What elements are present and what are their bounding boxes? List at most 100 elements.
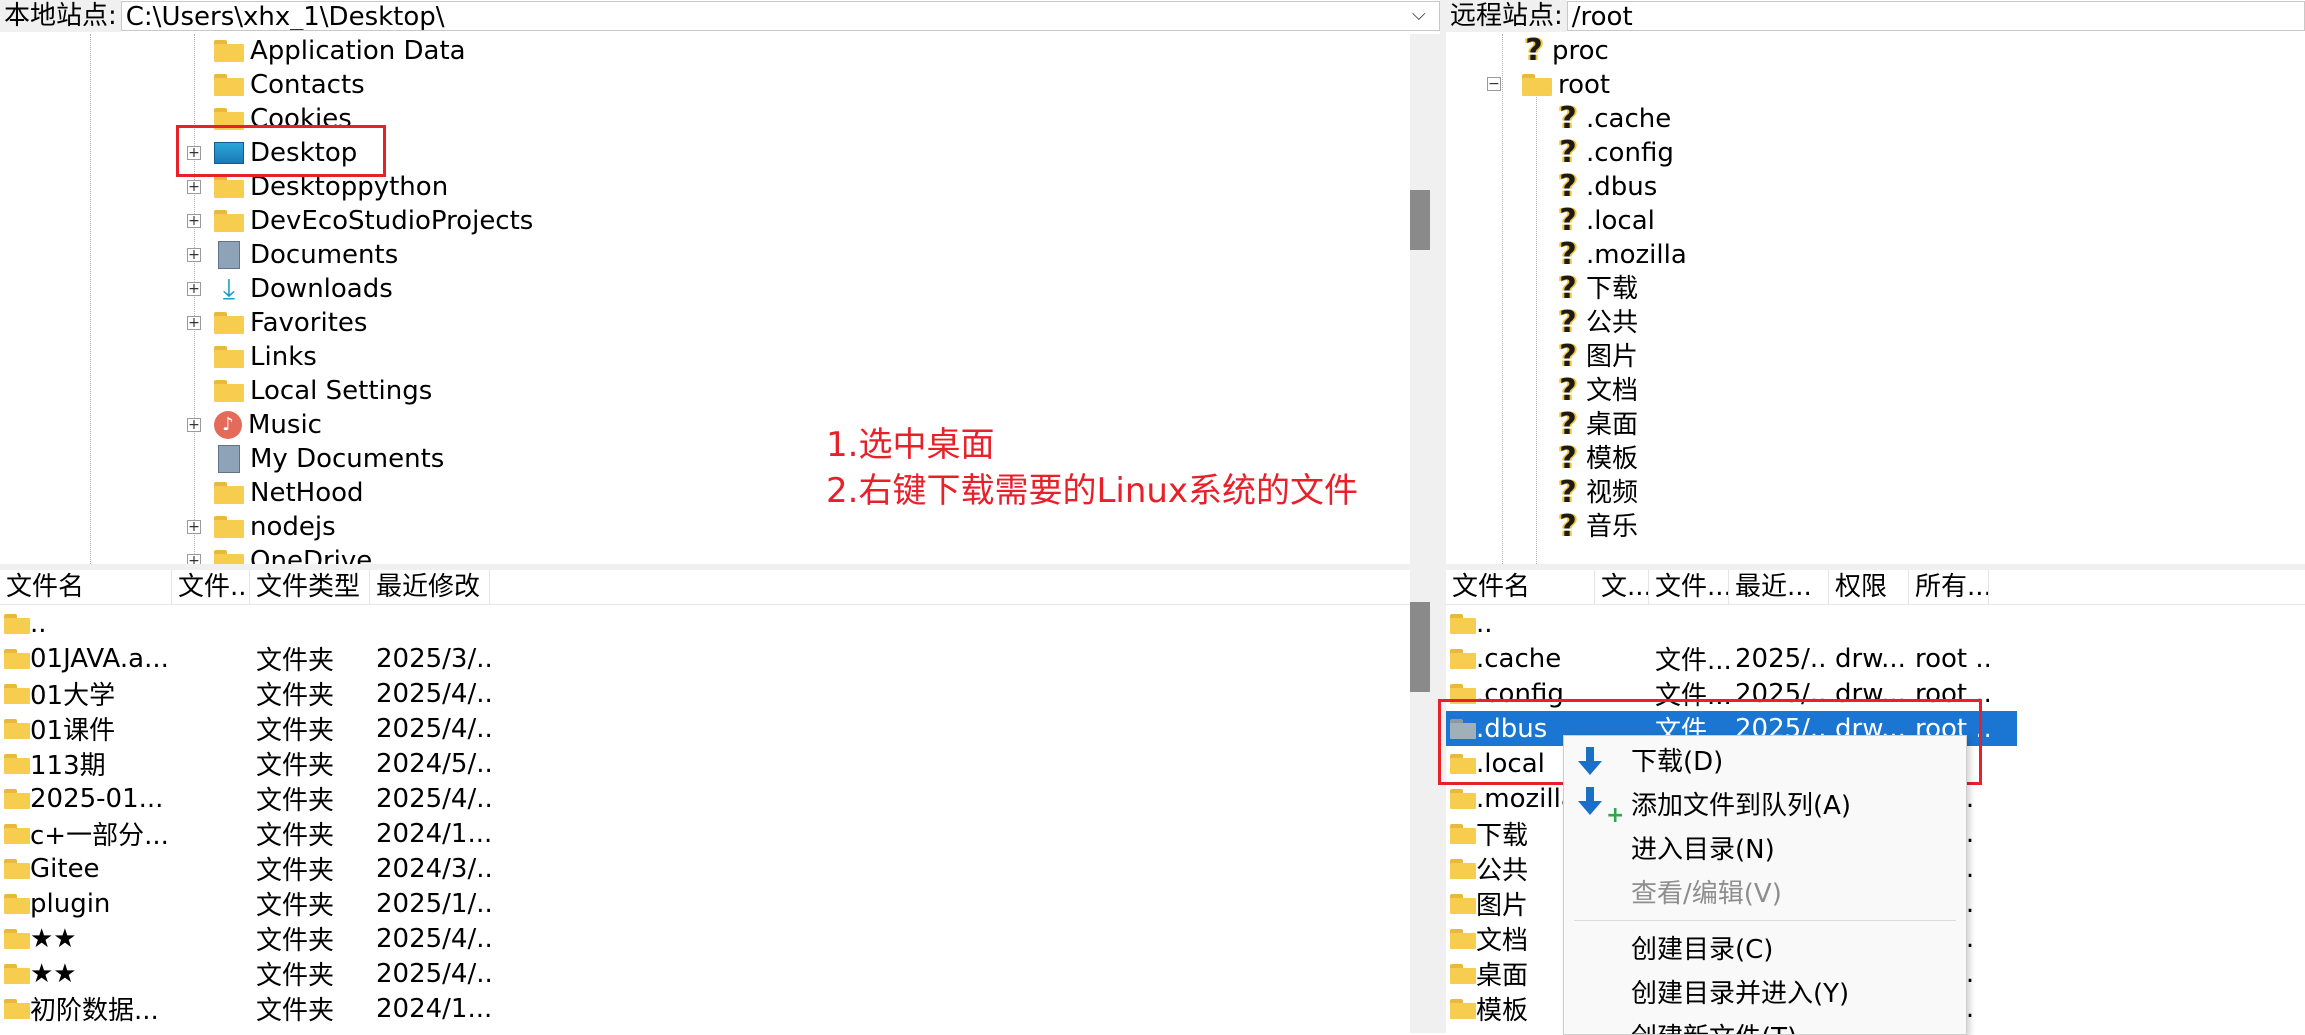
file-name: 文档 — [1476, 926, 1529, 956]
expand-toggle-icon[interactable]: + — [187, 180, 201, 194]
folder-icon — [4, 928, 30, 949]
annotation-line-2: 2.右键下载需要的Linux系统的文件 — [826, 471, 1359, 511]
remote-tree-item[interactable]: ? proc — [1522, 34, 1609, 68]
local-tree-item[interactable]: DevEcoStudioProjects — [214, 204, 533, 238]
context-menu-item[interactable]: 创建目录(C) — [1564, 928, 1966, 972]
table-row[interactable]: Gitee 文件夹 2024/3/... — [0, 851, 1410, 886]
expand-toggle-icon[interactable]: + — [187, 418, 201, 432]
local-file-list-scrollbar[interactable] — [1410, 570, 1440, 1033]
folder-icon — [1450, 928, 1476, 949]
table-row[interactable]: .cache 文件...2025/...drw... root ... — [1446, 641, 2305, 676]
folder-icon — [4, 998, 30, 1019]
scroll-thumb[interactable] — [1410, 190, 1430, 250]
local-tree-item[interactable]: ♪ Music — [214, 408, 322, 442]
remote-site-path-input[interactable]: /root — [1566, 1, 2305, 31]
remote-tree-item[interactable]: ? .config — [1556, 136, 1674, 170]
tree-item-label: 文档 — [1586, 376, 1639, 406]
remote-tree-item[interactable]: ? .dbus — [1556, 170, 1657, 204]
local-tree-item[interactable]: nodejs — [214, 510, 336, 544]
remote-tree-item[interactable]: ? 视频 — [1556, 476, 1638, 510]
table-row[interactable]: 初阶数据... 文件夹 2024/1... — [0, 991, 1410, 1026]
expand-toggle-icon[interactable]: + — [187, 520, 201, 534]
tree-guide-line — [1502, 34, 1503, 564]
table-row[interactable]: 01JAVA.a... 文件夹 2025/3/... — [0, 641, 1410, 676]
remote-tree-item[interactable]: ? 模板 — [1556, 442, 1638, 476]
remote-tree-item[interactable]: ? 图片 — [1556, 340, 1638, 374]
local-tree-item[interactable]: Favorites — [214, 306, 367, 340]
column-header-type[interactable]: 文件类型 — [250, 570, 370, 604]
scroll-thumb[interactable] — [1410, 602, 1430, 692]
expand-toggle-icon[interactable]: + — [187, 316, 201, 330]
table-row[interactable]: 2025-01... 文件夹 2025/4/... — [0, 781, 1410, 816]
folder-icon — [214, 312, 244, 334]
file-name: 桌面 — [1476, 961, 1529, 991]
remote-tree-item[interactable]: ? 下载 — [1556, 272, 1638, 306]
remote-tree-item[interactable]: ? .cache — [1556, 102, 1671, 136]
context-menu-item[interactable]: 创建新文件(T) — [1564, 1016, 1966, 1034]
remote-tree-item[interactable]: ? .local — [1556, 204, 1655, 238]
local-tree-item[interactable]: My Documents — [214, 442, 444, 476]
column-header-name[interactable]: 文件名 — [1446, 570, 1595, 604]
remote-tree-item[interactable]: ? 桌面 — [1556, 408, 1638, 442]
local-tree-item[interactable]: Documents — [214, 238, 398, 272]
table-row[interactable]: c+一部分... 文件夹 2024/1... — [0, 816, 1410, 851]
file-name-cell: 2025-01... — [0, 784, 172, 814]
context-menu-item[interactable]: + 添加文件到队列(A) — [1564, 784, 1966, 828]
remote-tree-item[interactable]: ? .mozilla — [1556, 237, 1686, 272]
tree-item-label: Downloads — [250, 274, 393, 304]
file-name-cell: .. — [0, 609, 172, 639]
local-site-path-input[interactable]: C:\Users\xhx_1\Desktop\ — [120, 1, 1440, 31]
expand-toggle-icon[interactable]: + — [187, 554, 201, 564]
table-row[interactable]: 113期 文件夹 2024/5/... — [0, 746, 1410, 781]
expand-toggle-icon[interactable]: + — [187, 282, 201, 296]
table-row[interactable]: 01课件 文件夹 2025/4/... — [0, 711, 1410, 746]
table-row[interactable]: plugin 文件夹 2025/1/... — [0, 886, 1410, 921]
context-menu-item[interactable]: 下载(D) — [1564, 740, 1966, 784]
file-modified-cell: 2024/5/... — [376, 748, 490, 779]
local-tree-item[interactable]: Application Data — [214, 34, 466, 68]
table-row[interactable]: 01大学 文件夹 2025/4/... — [0, 676, 1410, 711]
file-modified-cell: 2025/4/... — [376, 958, 490, 989]
remote-tree-item[interactable]: ? 音乐 — [1556, 510, 1638, 544]
remote-tree-item[interactable]: ? 文档 — [1556, 374, 1638, 408]
tree-item-label: 视频 — [1586, 478, 1639, 508]
chevron-down-icon[interactable]: ⌵ — [1412, 4, 1426, 25]
file-name: plugin — [30, 888, 111, 919]
local-file-list: .. 01JAVA.a... 文件夹 2025/3/... 01大学 文件夹 2025/4/… — [0, 604, 1410, 1033]
column-header-modified[interactable]: 最近修改 — [370, 570, 490, 604]
table-row[interactable]: .. — [0, 606, 1410, 641]
context-menu-item[interactable]: 进入目录(N) — [1564, 828, 1966, 872]
file-name-cell: 01大学 — [0, 675, 172, 712]
menu-item-label: 创建新文件(T) — [1631, 1016, 1797, 1034]
column-header-name[interactable]: 文件名 — [0, 570, 172, 604]
file-name: .mozilla — [1476, 783, 1577, 814]
column-header-modified[interactable]: 最近... — [1729, 570, 1829, 604]
remote-tree-item[interactable]: root — [1522, 68, 1610, 102]
local-tree-scrollbar[interactable] — [1410, 34, 1440, 564]
file-modified-cell: 2025/... — [1735, 643, 1829, 674]
file-name: 下载 — [1476, 821, 1529, 851]
file-type-cell: 文件夹 — [256, 751, 335, 781]
column-header-owner[interactable]: 所有... — [1909, 570, 1989, 604]
local-tree-item[interactable]: Local Settings — [214, 374, 432, 408]
expand-toggle-icon[interactable]: + — [187, 248, 201, 262]
folder-icon — [1450, 613, 1476, 634]
table-row[interactable]: ★★ 文件夹 2025/4/... — [0, 921, 1410, 956]
question-icon: ? — [1559, 237, 1577, 272]
column-header-size[interactable]: 文件... — [172, 570, 250, 604]
local-tree-item[interactable]: NetHood — [214, 476, 364, 510]
local-tree-item[interactable]: Contacts — [214, 68, 365, 102]
collapse-toggle-icon[interactable]: − — [1487, 77, 1501, 91]
remote-tree-item[interactable]: ? 公共 — [1556, 306, 1638, 340]
table-row[interactable]: .. — [1446, 606, 2305, 641]
local-tree-item[interactable]: Links — [214, 340, 317, 374]
table-row[interactable]: ★★ 文件夹 2025/4/... — [0, 956, 1410, 991]
expand-toggle-icon[interactable]: + — [187, 214, 201, 228]
column-header-permissions[interactable]: 权限 — [1829, 570, 1909, 604]
column-header-size[interactable]: 文... — [1595, 570, 1649, 604]
folder-icon — [214, 74, 244, 96]
context-menu-item[interactable]: 创建目录并进入(Y) — [1564, 972, 1966, 1016]
local-tree-item[interactable]: OneDrive — [214, 544, 372, 564]
local-tree-item[interactable]: ⤓ Downloads — [214, 272, 393, 306]
column-header-type[interactable]: 文件... — [1649, 570, 1729, 604]
